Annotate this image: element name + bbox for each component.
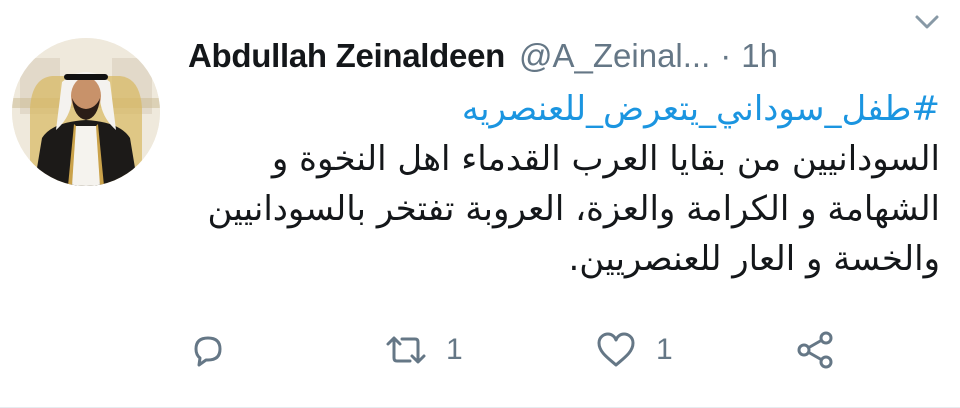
- reply-icon: [194, 336, 222, 367]
- reply-button[interactable]: [188, 328, 246, 372]
- tweet-text: السودانيين من بقايا العرب القدماء اهل ال…: [207, 139, 940, 279]
- retweet-icon: [386, 336, 426, 364]
- like-count: 1: [656, 333, 673, 366]
- tweet-card[interactable]: Abdullah Zeinaldeen @A_Zeinal... · 1h #ط…: [0, 0, 960, 408]
- avatar[interactable]: [12, 38, 160, 186]
- like-button[interactable]: 1: [594, 328, 673, 372]
- timestamp[interactable]: 1h: [741, 37, 778, 75]
- tweet-body: #طفل_سوداني_يتعرض_للعنصريه السودانيين من…: [188, 84, 940, 284]
- separator-dot: ·: [720, 37, 732, 74]
- hashtag-link[interactable]: #طفل_سوداني_يتعرض_للعنصريه: [188, 84, 940, 134]
- user-handle[interactable]: @A_Zeinal...: [519, 37, 710, 75]
- retweet-count: 1: [446, 333, 463, 366]
- avatar-image: [12, 38, 160, 186]
- share-icon: [797, 331, 833, 369]
- retweet-button[interactable]: 1: [384, 328, 463, 372]
- action-bar: 1 1: [188, 328, 900, 372]
- share-button[interactable]: [794, 328, 856, 372]
- tweet-header: Abdullah Zeinaldeen @A_Zeinal... · 1h: [188, 34, 940, 78]
- display-name[interactable]: Abdullah Zeinaldeen: [188, 37, 505, 75]
- chevron-down-icon[interactable]: [912, 10, 942, 34]
- heart-icon: [597, 332, 635, 367]
